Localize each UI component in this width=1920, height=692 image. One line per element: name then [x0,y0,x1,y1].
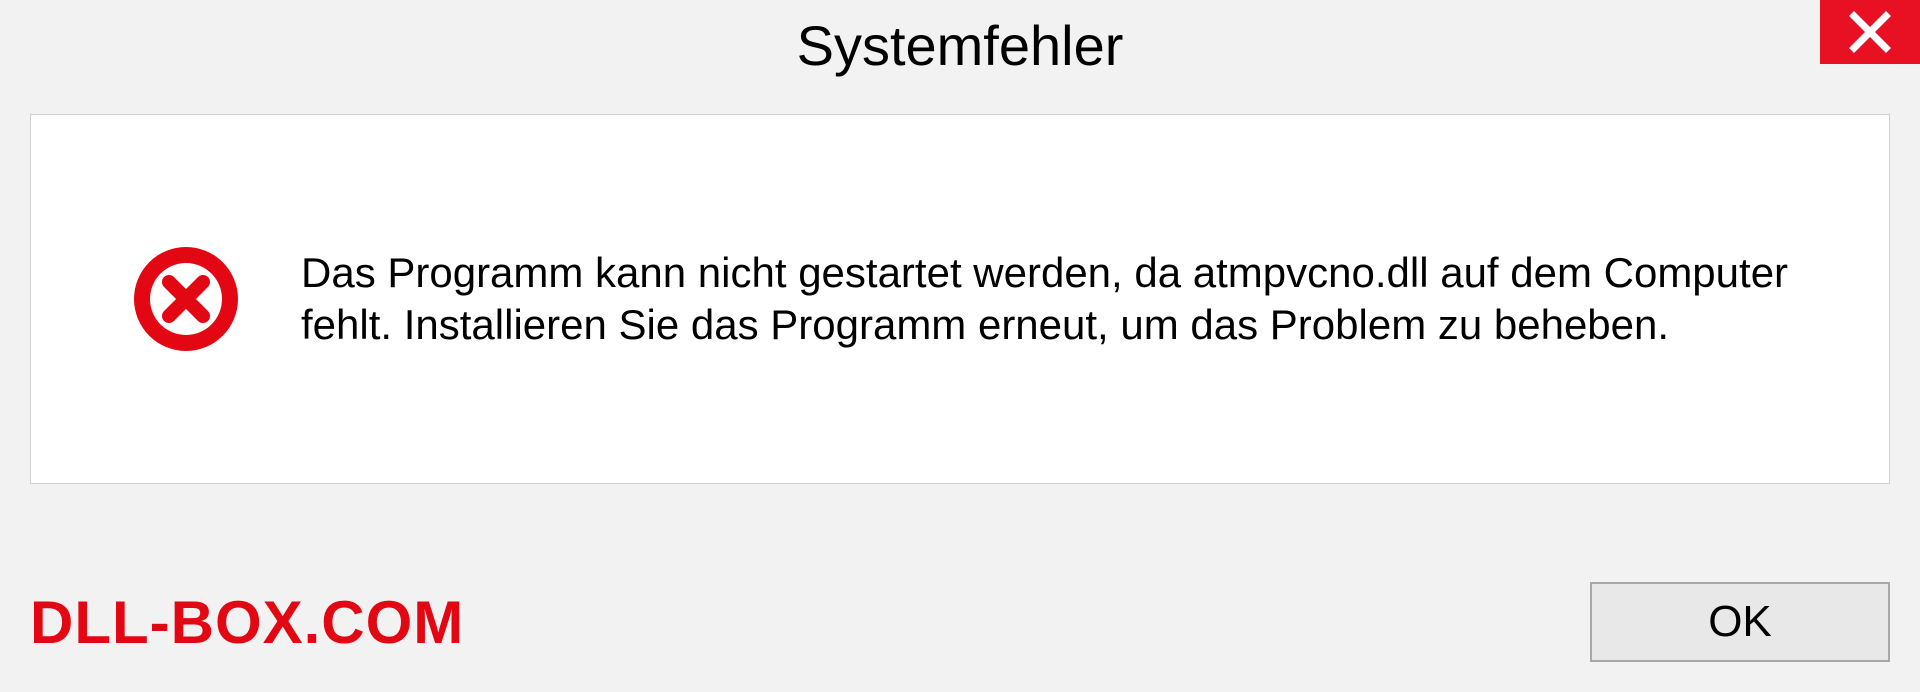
title-bar: Systemfehler [0,0,1920,90]
error-message: Das Programm kann nicht gestartet werden… [301,247,1829,352]
ok-button[interactable]: OK [1590,582,1890,662]
watermark-text: DLL-BOX.COM [30,588,464,657]
ok-button-label: OK [1708,597,1772,647]
footer: DLL-BOX.COM OK [30,582,1890,662]
dialog-title: Systemfehler [797,13,1124,78]
error-icon [131,244,241,354]
content-panel: Das Programm kann nicht gestartet werden… [30,114,1890,484]
close-button[interactable] [1820,0,1920,64]
close-icon [1848,10,1892,54]
